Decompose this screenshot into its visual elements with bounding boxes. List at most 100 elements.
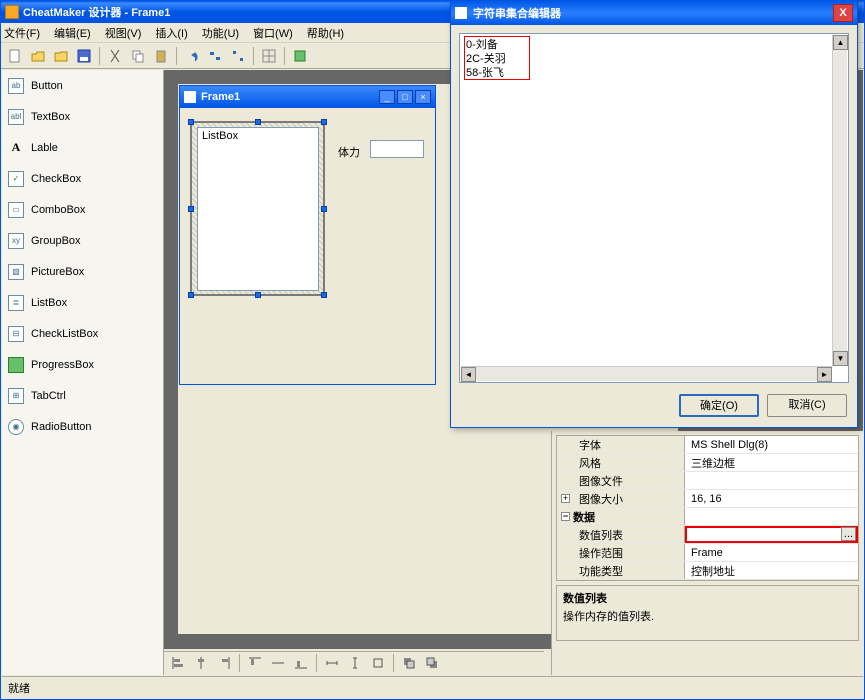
toolbox-item-textbox[interactable]: ablTextBox <box>2 101 163 132</box>
menu-view[interactable]: 视图(V) <box>105 25 142 41</box>
scroll-up-icon[interactable]: ▲ <box>833 35 848 50</box>
toolbox-panel: abButtonablTextBoxALable✓CheckBox ▭ ComboB… <box>2 70 164 675</box>
toolbox-item-listbox[interactable]: ≣ListBox <box>2 287 163 318</box>
align-left-icon[interactable] <box>167 652 189 674</box>
resize-handle[interactable] <box>321 119 327 125</box>
property-value[interactable] <box>685 472 858 489</box>
property-row[interactable]: −数据 <box>557 508 858 526</box>
design-frame-titlebar: Frame1 _ □ × <box>180 86 435 108</box>
property-row[interactable]: 字体MS Shell Dlg(8) <box>557 436 858 454</box>
property-row[interactable]: +图像大小16, 16 <box>557 490 858 508</box>
vertical-scrollbar[interactable]: ▲ ▼ <box>832 35 847 366</box>
resize-handle[interactable] <box>321 206 327 212</box>
resize-handle[interactable] <box>255 292 261 298</box>
toolbar-undo-icon[interactable] <box>181 45 203 67</box>
toolbox-label: ComboBox <box>31 204 85 216</box>
cancel-button[interactable]: 取消(C) <box>767 394 847 417</box>
scroll-right-icon[interactable]: ► <box>817 367 832 382</box>
property-row[interactable]: 图像文件 <box>557 472 858 490</box>
combobox-icon: ▭ <box>8 202 24 218</box>
toolbar-distribute-icon[interactable] <box>227 45 249 67</box>
property-value[interactable]: Frame <box>685 544 858 561</box>
horizontal-scrollbar[interactable]: ◄ ► <box>461 366 832 381</box>
close-icon[interactable]: × <box>415 90 431 104</box>
menu-insert[interactable]: 插入(I) <box>155 25 187 41</box>
ok-button[interactable]: 确定(O) <box>679 394 759 417</box>
menu-func[interactable]: 功能(U) <box>202 25 239 41</box>
toolbar-copy-icon[interactable] <box>127 45 149 67</box>
expander-icon[interactable]: − <box>561 512 570 521</box>
dialog-title: 字符串集合编辑器 <box>473 5 833 21</box>
resize-handle[interactable] <box>255 119 261 125</box>
picturebox-icon: ▧ <box>8 264 24 280</box>
send-back-icon[interactable] <box>421 652 443 674</box>
property-value[interactable]: 16, 16 <box>685 490 858 507</box>
resize-handle[interactable] <box>188 119 194 125</box>
property-row[interactable]: 操作范围Frame <box>557 544 858 562</box>
toolbox-item-checkbox[interactable]: ✓CheckBox <box>2 163 163 194</box>
minimize-icon[interactable]: _ <box>379 90 395 104</box>
property-key: −数据 <box>557 508 685 525</box>
align-right-icon[interactable] <box>213 652 235 674</box>
menu-window[interactable]: 窗口(W) <box>253 25 293 41</box>
toolbox-label: Button <box>31 80 63 92</box>
listbox-control[interactable]: ListBox <box>197 127 319 291</box>
resize-handle[interactable] <box>321 292 327 298</box>
resize-handle[interactable] <box>188 206 194 212</box>
toolbar-new-icon[interactable] <box>4 45 26 67</box>
toolbox-item-tabctrl[interactable]: ⊞TabCtrl <box>2 380 163 411</box>
toolbar-cut-icon[interactable] <box>104 45 126 67</box>
align-top-icon[interactable] <box>244 652 266 674</box>
property-row[interactable]: 风格三维边框 <box>557 454 858 472</box>
property-value[interactable]: 控制地址 <box>685 562 858 579</box>
toolbar-align-icon[interactable] <box>204 45 226 67</box>
toolbox-item-combobox[interactable]: ▭ ComboBox <box>2 194 163 225</box>
same-width-icon[interactable] <box>321 652 343 674</box>
scroll-left-icon[interactable]: ◄ <box>461 367 476 382</box>
dialog-close-button[interactable]: X <box>833 4 853 22</box>
scroll-down-icon[interactable]: ▼ <box>833 351 848 366</box>
align-middle-icon[interactable] <box>267 652 289 674</box>
align-center-h-icon[interactable] <box>190 652 212 674</box>
design-frame[interactable]: Frame1 _ □ × ListBox <box>179 85 436 385</box>
bring-front-icon[interactable] <box>398 652 420 674</box>
dialog-textarea[interactable]: 0-刘备2C-关羽58-张飞 ▲ ▼ ◄ ► <box>459 33 849 383</box>
toolbox-item-picturebox[interactable]: ▧PictureBox <box>2 256 163 287</box>
menu-file[interactable]: 文件(F) <box>4 25 40 41</box>
toolbox-item-radiobutton[interactable]: ◉RadioButton <box>2 411 163 442</box>
property-value[interactable]: MS Shell Dlg(8) <box>685 436 858 453</box>
maximize-icon[interactable]: □ <box>397 90 413 104</box>
toolbox-item-button[interactable]: abButton <box>2 70 163 101</box>
selected-control-outline[interactable]: ListBox <box>190 121 325 296</box>
toolbox-label: CheckBox <box>31 173 81 185</box>
toolbar-folder-icon[interactable] <box>50 45 72 67</box>
property-value[interactable]: ... <box>685 526 858 543</box>
toolbox-item-lable[interactable]: ALable <box>2 132 163 163</box>
toolbar-save-icon[interactable] <box>73 45 95 67</box>
resize-handle[interactable] <box>188 292 194 298</box>
property-value[interactable] <box>685 508 858 525</box>
menu-help[interactable]: 帮助(H) <box>307 25 344 41</box>
property-value[interactable]: 三维边框 <box>685 454 858 471</box>
property-row[interactable]: 功能类型控制地址 <box>557 562 858 580</box>
field-input[interactable] <box>370 140 424 158</box>
align-bottom-icon[interactable] <box>290 652 312 674</box>
toolbar-grid-icon[interactable] <box>258 45 280 67</box>
toolbox-item-groupbox[interactable]: xyGroupBox <box>2 225 163 256</box>
toolbar-sep <box>239 654 240 672</box>
toolbox-item-checklistbox[interactable]: ⊟CheckListBox <box>2 318 163 349</box>
toolbar-paste-icon[interactable] <box>150 45 172 67</box>
same-height-icon[interactable] <box>344 652 366 674</box>
frame-controls: _ □ × <box>379 90 431 104</box>
field-label[interactable]: 体力 <box>338 144 360 160</box>
toolbox-item-progressbox[interactable]: ProgressBox <box>2 349 163 380</box>
ellipsis-button[interactable]: ... <box>841 527 856 541</box>
menu-edit[interactable]: 编辑(E) <box>54 25 91 41</box>
toolbar-run-icon[interactable] <box>289 45 311 67</box>
expander-icon[interactable]: + <box>561 494 570 503</box>
dialog-titlebar[interactable]: 字符串集合编辑器 X <box>451 1 857 25</box>
toolbar-open-icon[interactable] <box>27 45 49 67</box>
same-size-icon[interactable] <box>367 652 389 674</box>
listbox-label: ListBox <box>202 130 238 142</box>
property-row[interactable]: 数值列表... <box>557 526 858 544</box>
